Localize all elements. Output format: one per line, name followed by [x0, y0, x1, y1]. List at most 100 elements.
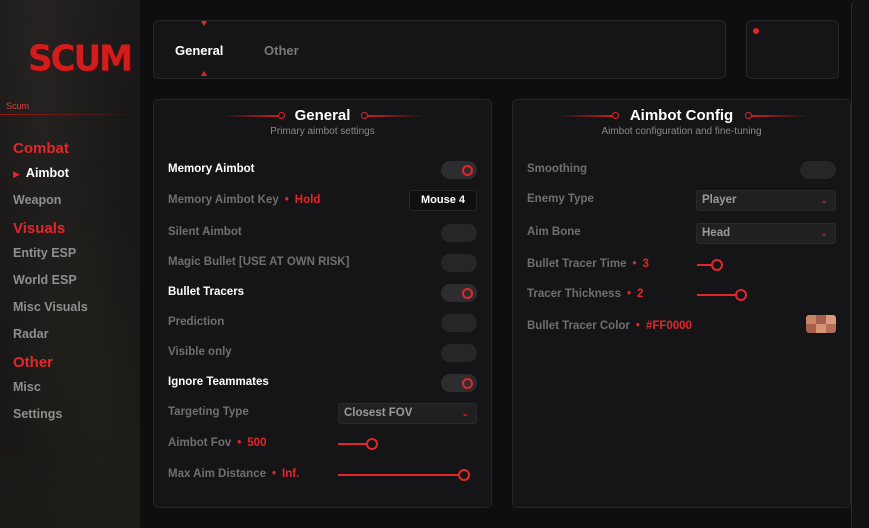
bullet-icon: •: [632, 258, 637, 270]
active-tab-marker-top: [201, 21, 207, 26]
general-panel-subtitle: Primary aimbot settings: [270, 126, 375, 137]
tab-general[interactable]: General: [175, 43, 223, 58]
bullet-icon: •: [635, 320, 640, 332]
memory-aimbot-key-row: Memory Aimbot Key • Hold Mouse 4: [168, 190, 477, 211]
aim-bone-row: Aim Bone Head ⌄: [527, 223, 836, 244]
swatch-cell: [826, 324, 836, 333]
targeting-type-select[interactable]: Closest FOV ⌄: [338, 403, 477, 424]
swatch-cell: [806, 315, 816, 324]
max-aim-distance-row: Max Aim Distance • Inf.: [168, 465, 477, 485]
bullet-tracer-color-row: Bullet Tracer Color • #FF0000: [527, 315, 836, 337]
prediction-label: Prediction: [168, 316, 225, 328]
aimbot-fov-text: Aimbot Fov: [168, 437, 232, 449]
sidebar-item-aimbot[interactable]: ▶ Aimbot: [13, 160, 88, 187]
smoothing-label: Smoothing: [527, 163, 588, 175]
prediction-row: Prediction: [168, 313, 477, 333]
enemy-type-select[interactable]: Player ⌄: [696, 190, 836, 211]
tracer-thickness-text: Tracer Thickness: [527, 288, 621, 300]
bullet-tracer-time-row: Bullet Tracer Time • 3: [527, 255, 836, 275]
aim-bone-select[interactable]: Head ⌄: [696, 223, 836, 244]
active-tab-marker-bottom: [201, 71, 207, 76]
swatch-cell: [816, 315, 826, 324]
max-aim-distance-text: Max Aim Distance: [168, 468, 266, 480]
tab-other[interactable]: Other: [264, 43, 299, 58]
targeting-type-value: Closest FOV: [344, 407, 413, 419]
ignore-teammates-label: Ignore Teammates: [168, 376, 269, 388]
sidebar-item-weapon[interactable]: Weapon: [13, 187, 88, 214]
bullet-tracer-time-label: Bullet Tracer Time • 3: [527, 258, 649, 270]
slider-knob[interactable]: [735, 289, 747, 301]
aimbot-fov-label: Aimbot Fov • 500: [168, 437, 266, 449]
aimbot-config-subtitle: Aimbot configuration and fine-tuning: [601, 126, 762, 137]
chevron-down-icon: ⌄: [820, 195, 828, 205]
status-dot-icon: [753, 28, 759, 34]
sidebar-item-world-esp[interactable]: World ESP: [13, 267, 88, 294]
title-dot-icon: [361, 112, 368, 119]
nav-section-visuals: Visuals: [13, 220, 66, 237]
general-panel: General Primary aimbot settings Memory A…: [153, 99, 492, 508]
active-arrow-icon: ▶: [13, 169, 20, 179]
aimbot-fov-slider[interactable]: [338, 438, 378, 450]
color-picker-swatch[interactable]: [806, 315, 836, 333]
tracer-thickness-row: Tracer Thickness • 2: [527, 285, 836, 305]
aimbot-fov-row: Aimbot Fov • 500: [168, 434, 477, 454]
aim-bone-label: Aim Bone: [527, 226, 581, 238]
brand-subtitle: Scum: [6, 101, 30, 111]
targeting-type-row: Targeting Type Closest FOV ⌄: [168, 403, 477, 424]
sidebar-item-entity-esp[interactable]: Entity ESP: [13, 240, 88, 267]
enemy-type-row: Enemy Type Player ⌄: [527, 190, 836, 211]
memory-aimbot-key-text: Memory Aimbot Key: [168, 194, 279, 206]
chevron-down-icon: ⌄: [820, 228, 828, 238]
slider-knob[interactable]: [366, 438, 378, 450]
sidebar-item-label: Aimbot: [25, 166, 69, 180]
memory-aimbot-label: Memory Aimbot: [168, 163, 255, 175]
sidebar: SCUM Scum Combat ▶ Aimbot Weapon Visuals …: [0, 0, 140, 528]
silent-aimbot-toggle[interactable]: [441, 224, 477, 242]
sidebar-item-misc[interactable]: Misc: [13, 374, 88, 401]
aim-bone-value: Head: [702, 227, 731, 239]
bullet-tracers-toggle[interactable]: [441, 284, 477, 302]
prediction-toggle[interactable]: [441, 314, 477, 332]
bullet-icon: •: [284, 194, 289, 206]
key-mode-value: Hold: [294, 194, 321, 206]
visible-only-row: Visible only: [168, 343, 477, 363]
bullet-icon: •: [272, 468, 277, 480]
logo-text: SCUM: [28, 38, 133, 80]
ignore-teammates-row: Ignore Teammates: [168, 373, 477, 393]
magic-bullet-label: Magic Bullet [USE AT OWN RISK]: [168, 256, 350, 268]
sidebar-item-radar[interactable]: Radar: [13, 321, 88, 348]
slider-knob[interactable]: [711, 259, 723, 271]
silent-aimbot-row: Silent Aimbot: [168, 223, 477, 243]
nav-section-other: Other: [13, 354, 54, 371]
max-aim-distance-slider[interactable]: [338, 469, 470, 481]
aimbot-config-panel: Aimbot Config Aimbot configuration and f…: [512, 99, 851, 508]
ignore-teammates-toggle[interactable]: [441, 374, 477, 392]
enemy-type-value: Player: [702, 194, 737, 206]
magic-bullet-row: Magic Bullet [USE AT OWN RISK]: [168, 253, 477, 273]
visible-only-toggle[interactable]: [441, 344, 477, 362]
smoothing-toggle[interactable]: [800, 161, 836, 179]
title-dot-icon: [745, 112, 752, 119]
top-right-box: [746, 20, 839, 79]
max-aim-distance-value: Inf.: [282, 468, 300, 480]
bullet-tracer-time-text: Bullet Tracer Time: [527, 258, 627, 270]
memory-aimbot-row: Memory Aimbot: [168, 160, 477, 180]
enemy-type-label: Enemy Type: [527, 193, 594, 205]
tracer-thickness-slider[interactable]: [697, 289, 747, 301]
aimbot-fov-value: 500: [247, 437, 267, 449]
title-line-right: [368, 115, 424, 117]
max-aim-distance-label: Max Aim Distance • Inf.: [168, 468, 299, 480]
magic-bullet-toggle[interactable]: [441, 254, 477, 272]
memory-aimbot-keybind-button[interactable]: Mouse 4: [409, 190, 477, 211]
tracer-thickness-label: Tracer Thickness • 2: [527, 288, 643, 300]
sidebar-item-misc-visuals[interactable]: Misc Visuals: [13, 294, 88, 321]
chevron-down-icon: ⌄: [461, 408, 469, 418]
swatch-cell: [826, 315, 836, 324]
sidebar-item-settings[interactable]: Settings: [13, 401, 88, 428]
slider-knob[interactable]: [458, 469, 470, 481]
bullet-tracer-color-label: Bullet Tracer Color • #FF0000: [527, 320, 692, 332]
bullet-tracer-time-slider[interactable]: [697, 259, 723, 271]
memory-aimbot-toggle[interactable]: [441, 161, 477, 179]
visible-only-label: Visible only: [168, 346, 232, 358]
bullet-tracer-color-text: Bullet Tracer Color: [527, 320, 630, 332]
